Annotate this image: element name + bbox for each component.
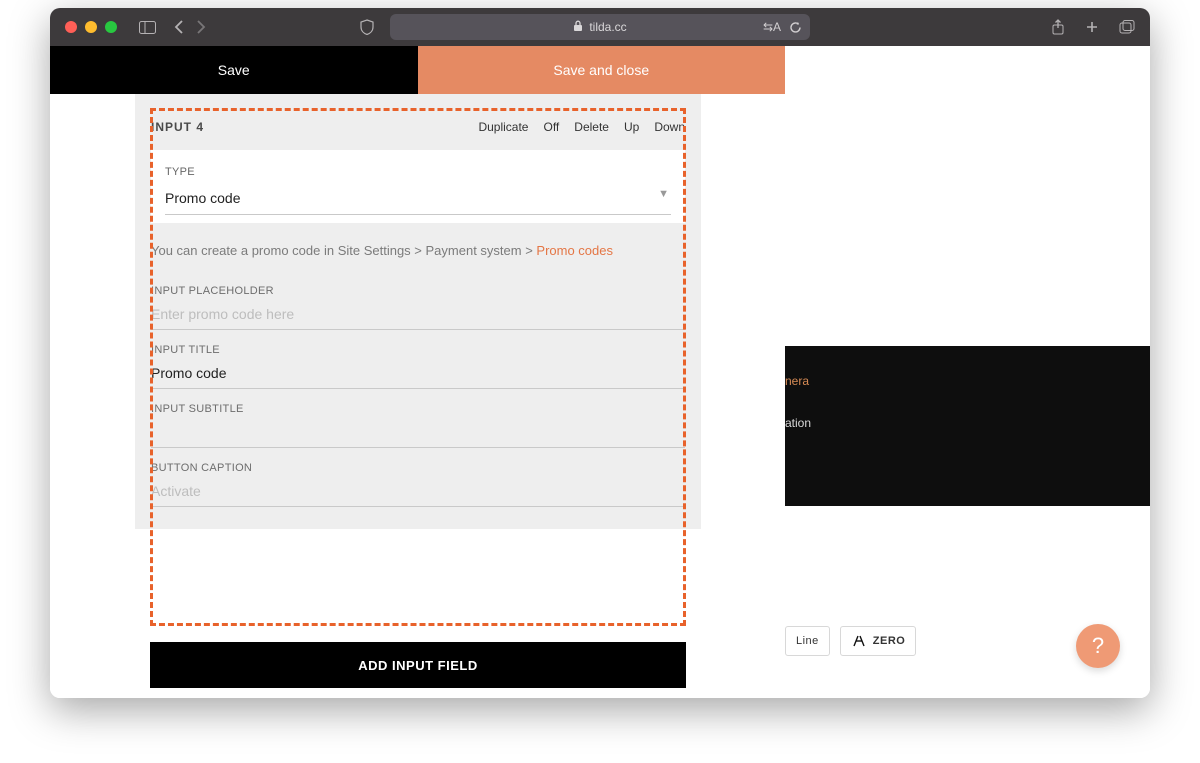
caption-label: BUTTON CAPTION	[151, 462, 685, 474]
maximize-window-icon[interactable]	[105, 21, 117, 33]
sidebar-toggle-icon[interactable]	[139, 21, 156, 34]
block-actions: Duplicate Off Delete Up Down	[478, 120, 685, 134]
page-content: Save Save and close INPUT 4 Duplicate Of…	[50, 46, 1150, 698]
minimize-window-icon[interactable]	[85, 21, 97, 33]
placeholder-label: INPUT PLACEHOLDER	[151, 285, 685, 297]
up-action[interactable]: Up	[624, 120, 639, 134]
type-card: TYPE Promo code ▼	[151, 150, 685, 223]
title-group: INPUT TITLE	[135, 330, 701, 389]
delete-action[interactable]: Delete	[574, 120, 609, 134]
title-label: INPUT TITLE	[151, 344, 685, 356]
off-action[interactable]: Off	[543, 120, 559, 134]
chip-zero-label: ZERO	[873, 635, 906, 647]
subtitle-input[interactable]	[151, 419, 685, 448]
caption-input[interactable]	[151, 478, 685, 507]
type-value: Promo code	[165, 190, 240, 206]
browser-window: tilda.cc ⇆A Save Save and close	[50, 8, 1150, 698]
info-prefix: You can create a promo code in Site Sett…	[151, 243, 536, 258]
reload-icon[interactable]	[789, 21, 802, 34]
back-icon[interactable]	[174, 20, 183, 34]
save-and-close-button[interactable]: Save and close	[418, 46, 786, 94]
block-title: INPUT 4	[151, 120, 204, 134]
save-button[interactable]: Save	[50, 46, 418, 94]
url-bar[interactable]: tilda.cc ⇆A	[390, 14, 810, 40]
preview-text-b: ation	[785, 416, 1150, 430]
editor-panel: INPUT 4 Duplicate Off Delete Up Down TYP…	[50, 46, 785, 698]
title-input[interactable]	[151, 360, 685, 389]
share-icon[interactable]	[1051, 19, 1065, 35]
top-action-bar: Save Save and close	[50, 46, 785, 94]
window-controls	[65, 21, 117, 33]
zero-icon	[851, 634, 867, 648]
close-window-icon[interactable]	[65, 21, 77, 33]
placeholder-group: INPUT PLACEHOLDER	[135, 271, 701, 330]
chip-line[interactable]: Line	[785, 626, 830, 656]
chevron-down-icon: ▼	[658, 188, 669, 200]
chip-line-label: Line	[796, 635, 819, 647]
down-action[interactable]: Down	[654, 120, 685, 134]
duplicate-action[interactable]: Duplicate	[478, 120, 528, 134]
block-header: INPUT 4 Duplicate Off Delete Up Down	[135, 94, 701, 150]
preview-dark-band: nera ation	[785, 346, 1150, 506]
add-input-field-button[interactable]: ADD INPUT FIELD	[150, 642, 686, 688]
forward-icon[interactable]	[197, 20, 206, 34]
input-block-card: INPUT 4 Duplicate Off Delete Up Down TYP…	[135, 94, 701, 529]
placeholder-input[interactable]	[151, 301, 685, 330]
type-label: TYPE	[165, 166, 671, 178]
translate-icon[interactable]: ⇆A	[763, 20, 781, 34]
browser-titlebar: tilda.cc ⇆A	[50, 8, 1150, 46]
info-text: You can create a promo code in Site Sett…	[135, 241, 701, 271]
preview-panel: nera ation	[785, 46, 1150, 698]
url-text: tilda.cc	[589, 20, 626, 34]
subtitle-group: INPUT SUBTITLE	[135, 389, 701, 448]
caption-group: BUTTON CAPTION	[135, 448, 701, 507]
help-button[interactable]: ?	[1076, 624, 1120, 668]
block-library-chips: Line ZERO	[785, 626, 916, 656]
shield-icon[interactable]	[360, 19, 374, 35]
new-tab-icon[interactable]	[1085, 19, 1099, 35]
preview-text-a: nera	[785, 374, 1150, 388]
lock-icon	[573, 20, 583, 35]
subtitle-label: INPUT SUBTITLE	[151, 403, 685, 415]
chip-zero[interactable]: ZERO	[840, 626, 917, 656]
tabs-overview-icon[interactable]	[1119, 19, 1135, 35]
promo-codes-link[interactable]: Promo codes	[536, 243, 613, 258]
type-select[interactable]: Promo code ▼	[165, 184, 671, 215]
